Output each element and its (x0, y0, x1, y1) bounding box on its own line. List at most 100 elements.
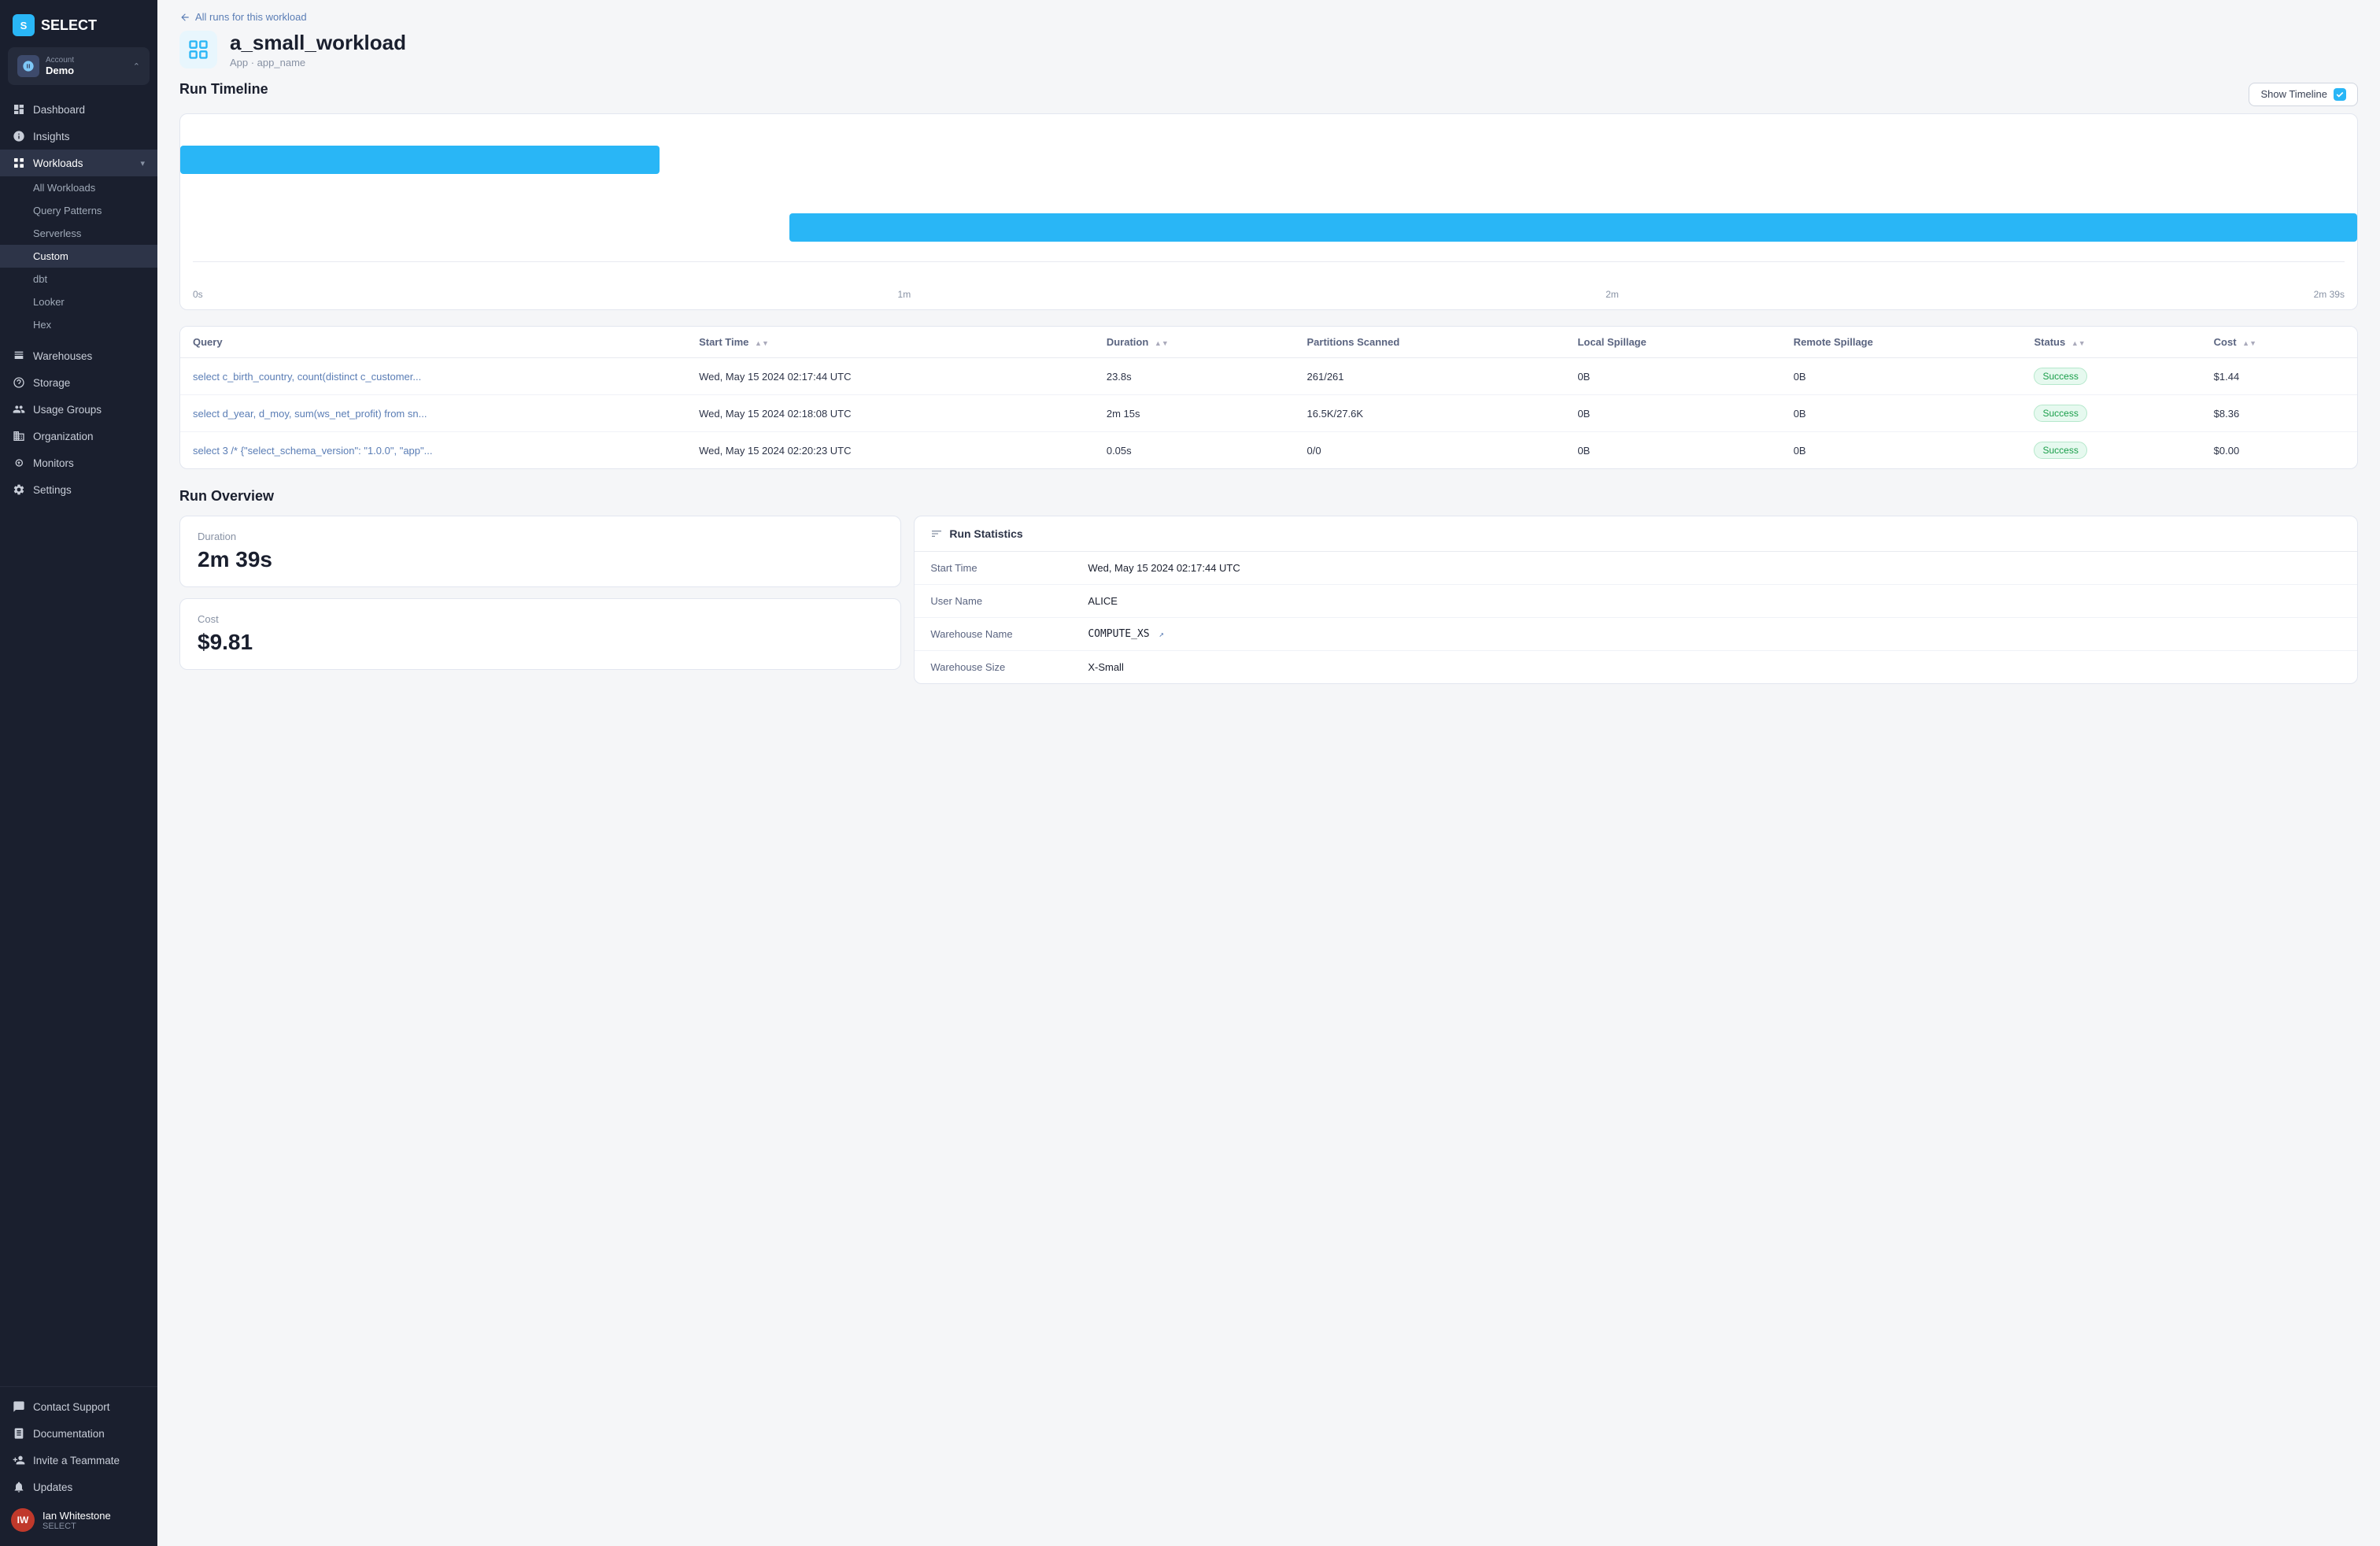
nav-section-main: Dashboard Insights Workloads ▾ All Workl… (0, 93, 157, 339)
nav-item-organization[interactable]: Organization (0, 423, 157, 449)
status-badge: Success (2034, 405, 2086, 422)
stats-row: Start Time Wed, May 15 2024 02:17:44 UTC (915, 552, 2357, 585)
cell-status: Success (2021, 395, 2201, 432)
show-timeline-toggle[interactable]: Show Timeline (2249, 83, 2358, 106)
col-header-start-time[interactable]: Start Time ▲▼ (686, 327, 1094, 358)
status-badge: Success (2034, 368, 2086, 385)
nav-item-updates[interactable]: Updates (0, 1474, 157, 1500)
cost-label: Cost (198, 613, 883, 625)
timeline-axis (193, 261, 2345, 262)
workload-icon-box (179, 31, 217, 68)
nav-item-contact-support[interactable]: Contact Support (0, 1393, 157, 1420)
cell-status: Success (2021, 432, 2201, 469)
nav-item-warehouses[interactable]: Warehouses (0, 342, 157, 369)
run-stats-title: Run Statistics (949, 527, 1022, 540)
external-link-icon[interactable]: ↗ (1159, 629, 1164, 639)
nav-sub-custom[interactable]: Custom (0, 245, 157, 268)
nav-label-warehouses: Warehouses (33, 350, 92, 362)
timeline-chart (180, 127, 2357, 284)
account-name: Demo (46, 65, 127, 76)
account-switcher[interactable]: Account Demo ⌃ (8, 47, 150, 85)
logo-icon: S (13, 14, 35, 36)
stats-value: ALICE (1088, 595, 1118, 607)
timeline-label-0: 0s (193, 289, 203, 300)
table-row[interactable]: select d_year, d_moy, sum(ws_net_profit)… (180, 395, 2357, 432)
sidebar: S SELECT Account Demo ⌃ Dashboard Insigh… (0, 0, 157, 1546)
nav-label-usage-groups: Usage Groups (33, 404, 102, 416)
cell-start-time: Wed, May 15 2024 02:20:23 UTC (686, 432, 1094, 469)
content-area: Run Timeline Show Timeline 0s 1m 2m 2m (157, 81, 2380, 706)
cell-partitions: 16.5K/27.6K (1295, 395, 1565, 432)
workload-title-group: a_small_workload App · app_name (230, 31, 406, 68)
col-header-remote-spill: Remote Spillage (1781, 327, 2022, 358)
stats-row: Warehouse Name COMPUTE_XS ↗ (915, 618, 2357, 651)
nav-sub-serverless[interactable]: Serverless (0, 222, 157, 245)
nav-sub-dbt[interactable]: dbt (0, 268, 157, 290)
col-header-partitions: Partitions Scanned (1295, 327, 1565, 358)
cell-remote-spill: 0B (1781, 432, 2022, 469)
col-header-duration[interactable]: Duration ▲▼ (1094, 327, 1295, 358)
cell-duration: 2m 15s (1094, 395, 1295, 432)
stats-value: COMPUTE_XS ↗ (1088, 628, 1164, 640)
nav-sub-hex[interactable]: Hex (0, 313, 157, 336)
cost-value: $9.81 (198, 630, 883, 655)
nav-label-organization: Organization (33, 431, 94, 442)
expand-icon: ▾ (140, 158, 145, 168)
stats-value: Wed, May 15 2024 02:17:44 UTC (1088, 562, 1240, 574)
timeline-header: Run Timeline Show Timeline (179, 81, 2358, 107)
timeline-label-1: 1m (898, 289, 911, 300)
user-org: SELECT (42, 1522, 146, 1531)
metric-card-duration: Duration 2m 39s (179, 516, 901, 587)
cell-start-time: Wed, May 15 2024 02:18:08 UTC (686, 395, 1094, 432)
nav-label-invite-teammate: Invite a Teammate (33, 1455, 120, 1466)
nav-item-insights[interactable]: Insights (0, 123, 157, 150)
duration-value: 2m 39s (198, 547, 883, 572)
cell-query: select 3 /* {"select_schema_version": "1… (180, 432, 686, 469)
page-header: a_small_workload App · app_name (157, 23, 2380, 81)
nav-sub-looker[interactable]: Looker (0, 290, 157, 313)
cell-query: select c_birth_country, count(distinct c… (180, 358, 686, 395)
user-name: Ian Whitestone (42, 1510, 146, 1522)
col-header-query: Query (180, 327, 686, 358)
nav-item-storage[interactable]: Storage (0, 369, 157, 396)
nav-section-bottom: Warehouses Storage Usage Groups Organiza… (0, 339, 157, 506)
stats-key: Warehouse Size (930, 661, 1088, 673)
account-info: Account Demo (46, 56, 127, 76)
nav-sub-all-workloads[interactable]: All Workloads (0, 176, 157, 199)
nav-group-workloads[interactable]: Workloads ▾ (0, 150, 157, 176)
nav-item-dashboard[interactable]: Dashboard (0, 96, 157, 123)
app-logo: S SELECT (0, 0, 157, 47)
nav-label-documentation: Documentation (33, 1428, 105, 1440)
nav-item-monitors[interactable]: Monitors (0, 449, 157, 476)
stats-row: Warehouse Size X-Small (915, 651, 2357, 683)
nav-label-updates: Updates (33, 1481, 72, 1493)
nav-label-monitors: Monitors (33, 457, 74, 469)
avatar: IW (11, 1508, 35, 1532)
toggle-checkbox (2334, 88, 2346, 101)
stats-value: X-Small (1088, 661, 1124, 673)
table-row[interactable]: select c_birth_country, count(distinct c… (180, 358, 2357, 395)
breadcrumb-text[interactable]: All runs for this workload (195, 11, 307, 23)
app-name: SELECT (41, 17, 97, 34)
cell-status: Success (2021, 358, 2201, 395)
nav-sub-query-patterns[interactable]: Query Patterns (0, 199, 157, 222)
stats-key: User Name (930, 595, 1088, 607)
run-overview-grid: Duration 2m 39s Cost $9.81 Run Statistic… (179, 516, 2358, 684)
cell-cost: $1.44 (2201, 358, 2357, 395)
cell-duration: 0.05s (1094, 432, 1295, 469)
timeline-label-2: 2m (1606, 289, 1619, 300)
col-header-status[interactable]: Status ▲▼ (2021, 327, 2201, 358)
table-row[interactable]: select 3 /* {"select_schema_version": "1… (180, 432, 2357, 469)
cell-cost: $8.36 (2201, 395, 2357, 432)
metric-cards: Duration 2m 39s Cost $9.81 (179, 516, 901, 684)
workload-subtitle: App · app_name (230, 57, 406, 68)
nav-item-documentation[interactable]: Documentation (0, 1420, 157, 1447)
nav-item-invite-teammate[interactable]: Invite a Teammate (0, 1447, 157, 1474)
breadcrumb: All runs for this workload (157, 0, 2380, 23)
col-header-cost[interactable]: Cost ▲▼ (2201, 327, 2357, 358)
timeline-bar-1 (180, 146, 660, 174)
timeline-container: 0s 1m 2m 2m 39s (179, 113, 2358, 310)
duration-label: Duration (198, 531, 883, 542)
nav-item-settings[interactable]: Settings (0, 476, 157, 503)
nav-item-usage-groups[interactable]: Usage Groups (0, 396, 157, 423)
